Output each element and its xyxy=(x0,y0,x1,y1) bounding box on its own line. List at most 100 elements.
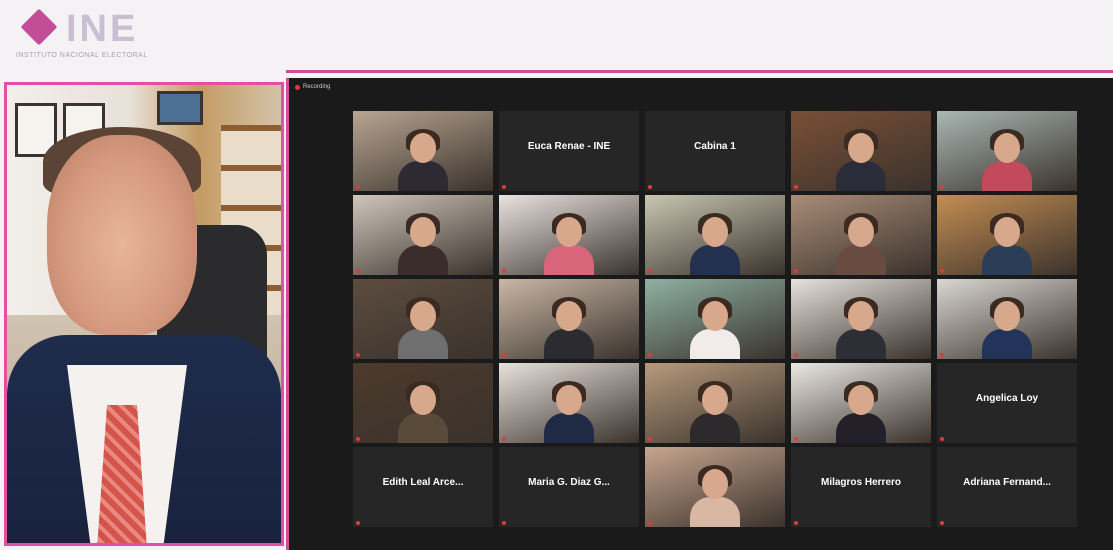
muted-mic-icon xyxy=(356,269,360,273)
participant-tile[interactable] xyxy=(353,363,493,443)
participant-tile[interactable] xyxy=(791,195,931,275)
participant-display-name: Maria G. Diaz G... xyxy=(528,477,610,488)
participant-tile[interactable]: Euca Renae - INE xyxy=(499,111,639,191)
participant-video-feed xyxy=(982,129,1032,191)
speaker-video xyxy=(4,82,284,546)
participant-video-feed xyxy=(398,129,448,191)
participant-tile[interactable] xyxy=(353,195,493,275)
participant-tile[interactable] xyxy=(353,111,493,191)
participant-caption xyxy=(502,437,508,441)
participant-caption xyxy=(648,185,654,189)
participant-caption xyxy=(794,269,800,273)
participant-face xyxy=(994,133,1020,163)
muted-mic-icon xyxy=(794,521,798,525)
participant-display-name: Adriana Fernand... xyxy=(963,477,1051,488)
muted-mic-icon xyxy=(940,521,944,525)
participant-caption xyxy=(356,353,362,357)
recording-indicator: Recording xyxy=(295,84,330,90)
participant-face xyxy=(702,385,728,415)
muted-mic-icon xyxy=(940,185,944,189)
participant-caption xyxy=(940,353,946,357)
muted-mic-icon xyxy=(502,269,506,273)
participant-tile[interactable]: Adriana Fernand... xyxy=(937,447,1077,527)
participant-tile[interactable] xyxy=(937,111,1077,191)
muted-mic-icon xyxy=(356,437,360,441)
muted-mic-icon xyxy=(502,437,506,441)
wall-picture xyxy=(157,91,203,125)
participant-face xyxy=(410,133,436,163)
participant-caption xyxy=(940,437,946,441)
participant-display-name: Milagros Herrero xyxy=(820,477,902,488)
participant-caption xyxy=(940,185,946,189)
participant-face xyxy=(556,385,582,415)
participant-body xyxy=(544,329,594,359)
participant-tile[interactable]: Maria G. Diaz G... xyxy=(499,447,639,527)
muted-mic-icon xyxy=(940,269,944,273)
participant-tile[interactable] xyxy=(499,279,639,359)
muted-mic-icon xyxy=(648,269,652,273)
participant-tile[interactable] xyxy=(645,279,785,359)
participant-body xyxy=(398,413,448,443)
muted-mic-icon xyxy=(356,353,360,357)
participant-body xyxy=(690,413,740,443)
participant-face xyxy=(848,301,874,331)
participant-tile[interactable] xyxy=(791,363,931,443)
participant-video-feed xyxy=(398,213,448,275)
participant-tile[interactable] xyxy=(937,195,1077,275)
participant-face xyxy=(556,217,582,247)
participant-body xyxy=(836,329,886,359)
participant-caption xyxy=(648,437,654,441)
participant-caption xyxy=(940,269,946,273)
participant-face xyxy=(994,217,1020,247)
participant-caption xyxy=(502,353,508,357)
participant-video-feed xyxy=(690,213,740,275)
participant-body xyxy=(398,329,448,359)
participant-body xyxy=(544,245,594,275)
participant-tile[interactable] xyxy=(353,279,493,359)
logo-subtitle: INSTITUTO NACIONAL ELECTORAL xyxy=(16,52,148,59)
muted-mic-icon xyxy=(940,353,944,357)
participant-body xyxy=(836,413,886,443)
participant-caption xyxy=(356,269,362,273)
ine-logo-mark xyxy=(20,8,58,46)
muted-mic-icon xyxy=(502,353,506,357)
recording-dot-icon xyxy=(295,84,300,90)
participant-tile[interactable] xyxy=(937,279,1077,359)
participant-tile[interactable] xyxy=(645,447,785,527)
participant-tile[interactable] xyxy=(791,111,931,191)
participant-body xyxy=(544,413,594,443)
participant-tile[interactable] xyxy=(499,363,639,443)
participant-tile[interactable]: Milagros Herrero xyxy=(791,447,931,527)
participant-tile[interactable] xyxy=(645,195,785,275)
participant-tile[interactable]: Edith Leal Arce... xyxy=(353,447,493,527)
participant-caption xyxy=(794,437,800,441)
participant-face xyxy=(702,301,728,331)
participant-body xyxy=(982,329,1032,359)
participant-caption xyxy=(502,521,508,525)
video-conference-window: Recording Euca Renae - INE Cabina 1 Angeli… xyxy=(286,78,1113,550)
participant-video-feed xyxy=(690,465,740,527)
participant-tile[interactable]: Angelica Loy xyxy=(937,363,1077,443)
participant-caption xyxy=(794,185,800,189)
participant-body xyxy=(982,245,1032,275)
participant-video-feed xyxy=(690,297,740,359)
participant-display-name: Edith Leal Arce... xyxy=(382,477,464,488)
participant-face xyxy=(848,385,874,415)
participant-video-feed xyxy=(398,381,448,443)
muted-mic-icon xyxy=(794,269,798,273)
participant-caption xyxy=(502,269,508,273)
participant-caption xyxy=(648,353,654,357)
participant-caption xyxy=(356,437,362,441)
participant-video-feed xyxy=(690,381,740,443)
muted-mic-icon xyxy=(648,521,652,525)
muted-mic-icon xyxy=(794,353,798,357)
participant-tile[interactable] xyxy=(499,195,639,275)
participant-body xyxy=(398,161,448,191)
participant-face xyxy=(848,133,874,163)
participant-tile[interactable] xyxy=(645,363,785,443)
participant-caption xyxy=(356,185,362,189)
participant-tile[interactable]: Cabina 1 xyxy=(645,111,785,191)
participant-body xyxy=(398,245,448,275)
participant-face xyxy=(848,217,874,247)
participant-tile[interactable] xyxy=(791,279,931,359)
